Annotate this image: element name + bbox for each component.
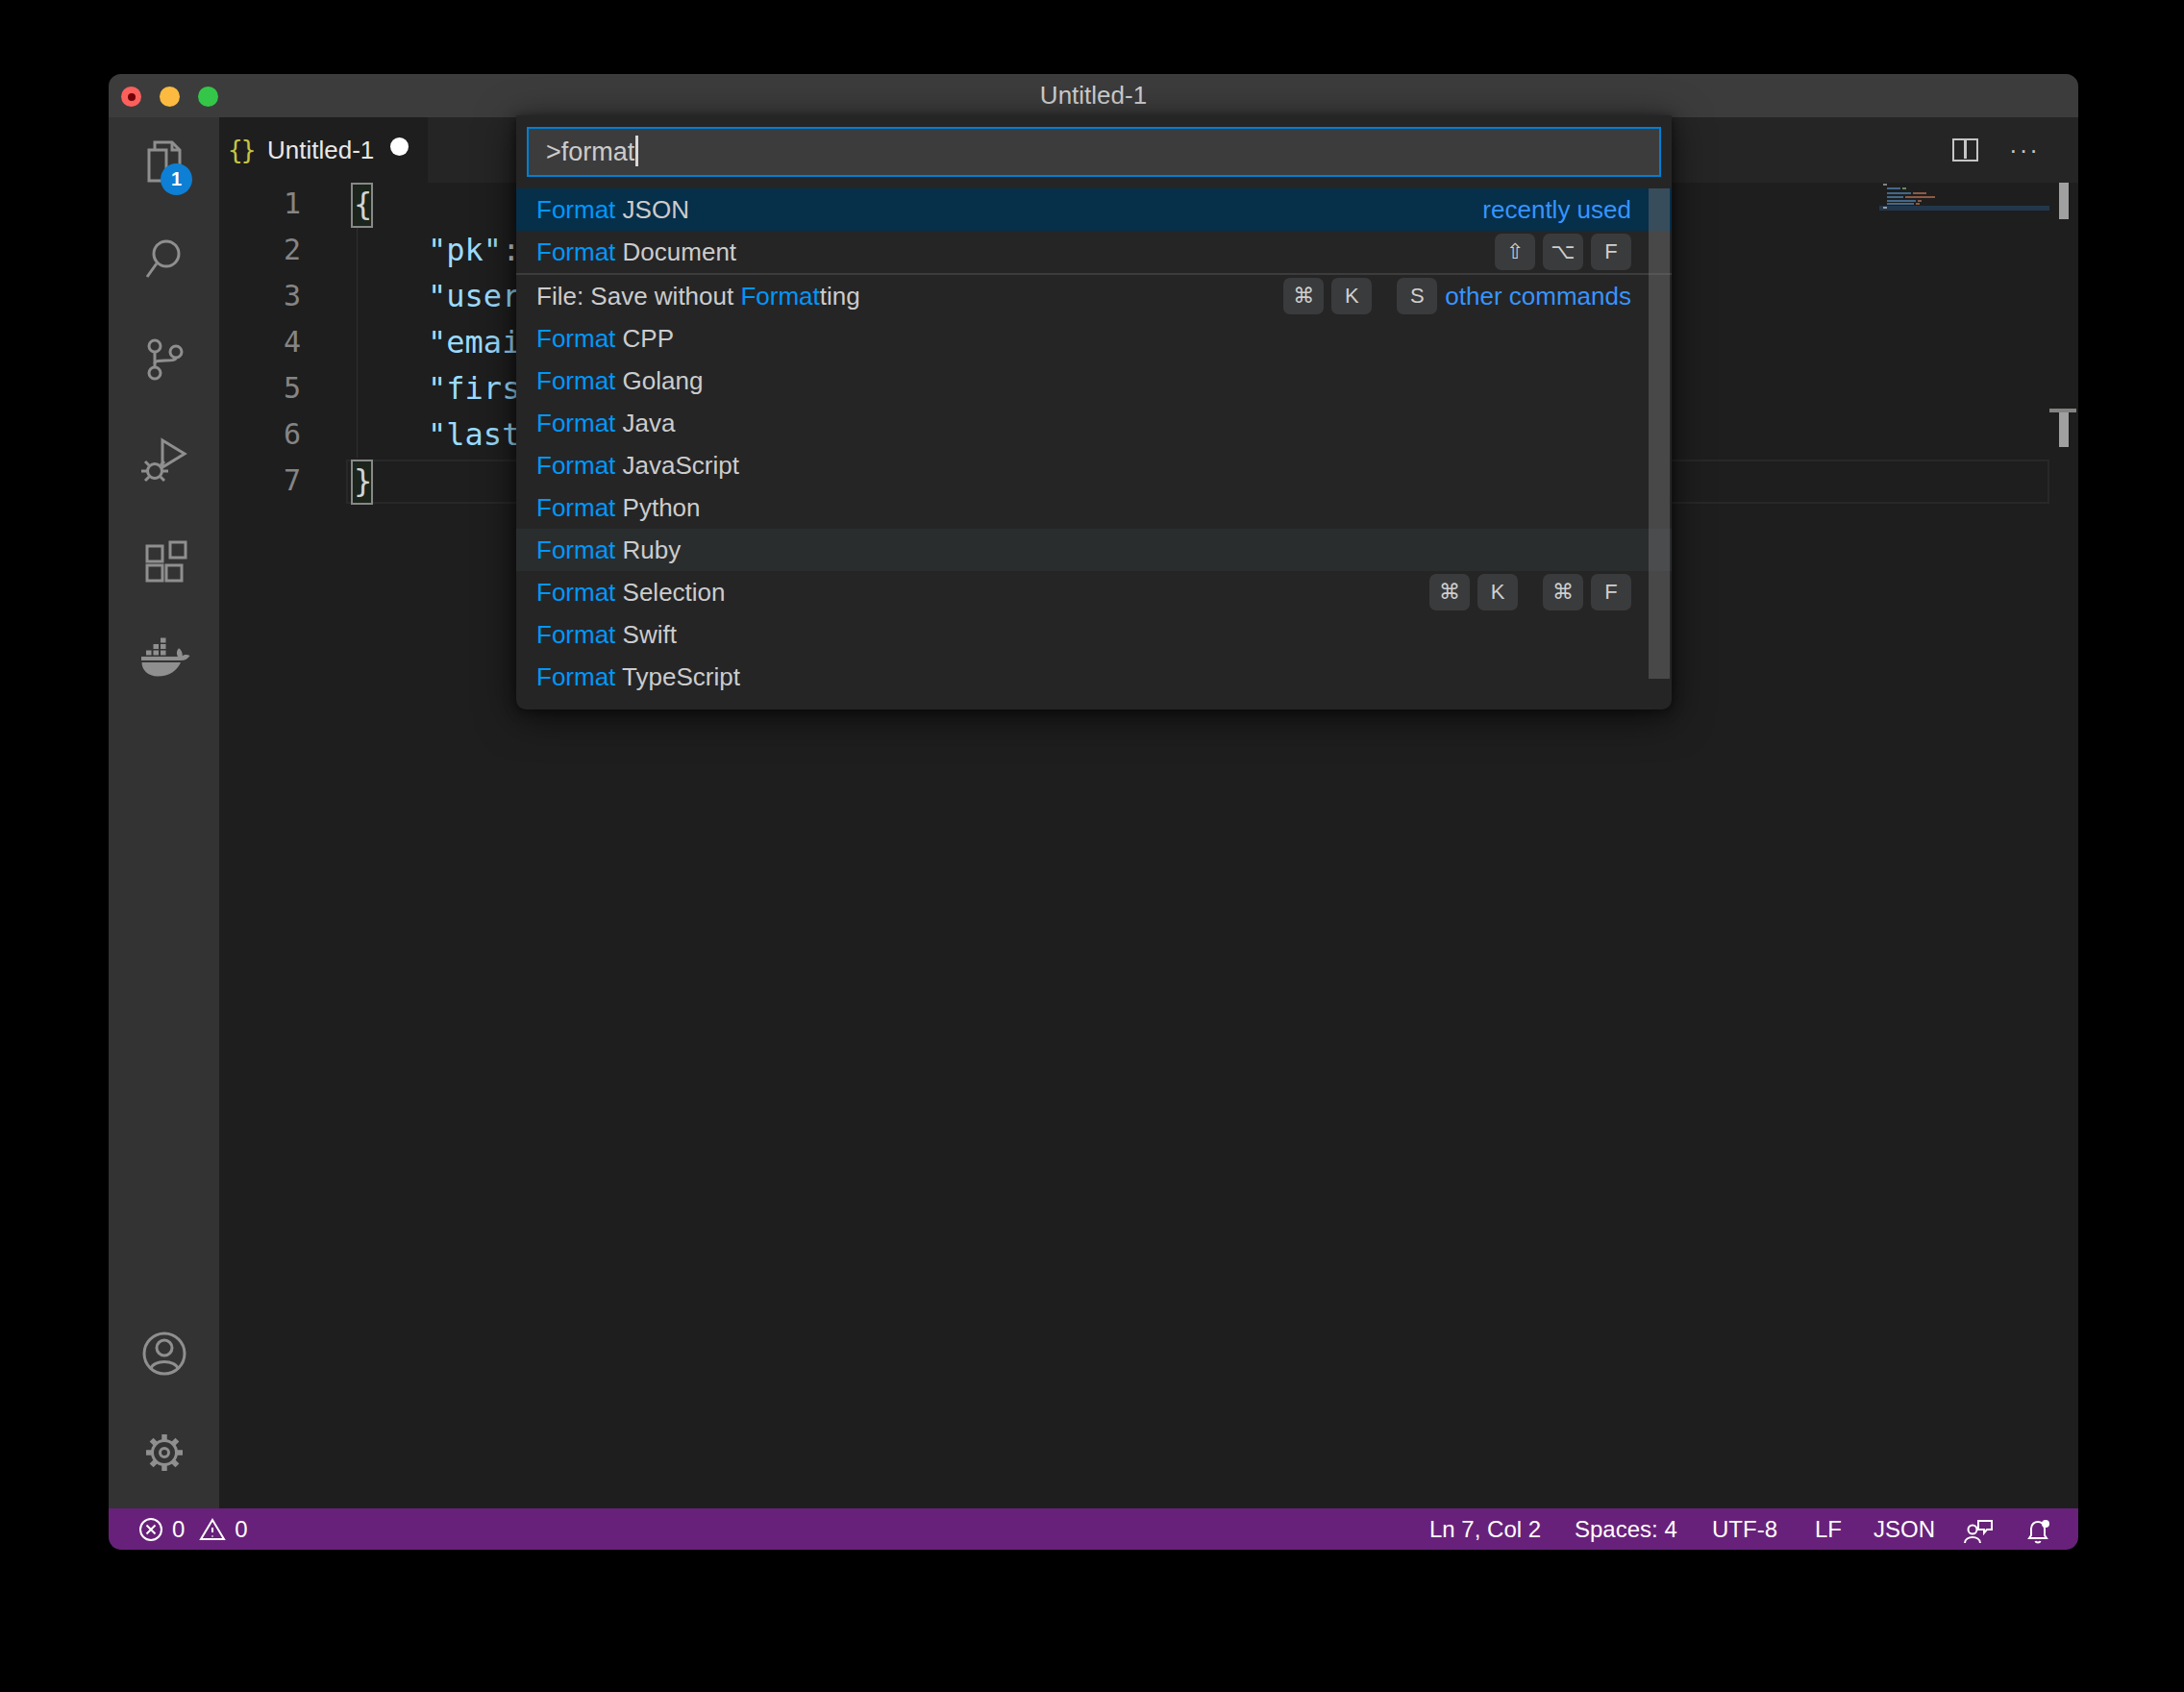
indentation[interactable]: Spaces: 4 bbox=[1575, 1508, 1677, 1550]
line-number: 6 bbox=[219, 411, 301, 458]
account-icon[interactable] bbox=[109, 1307, 219, 1400]
scrollbar-thumb[interactable] bbox=[2059, 183, 2069, 219]
warnings-icon[interactable] bbox=[198, 1516, 227, 1543]
line-number: 3 bbox=[219, 273, 301, 319]
overview-ruler-cursor-stem bbox=[2059, 412, 2069, 447]
key-option: ⌥ bbox=[1543, 234, 1583, 270]
vscode-window: Untitled-1 1 bbox=[109, 74, 2078, 1550]
notifications-bell-icon[interactable] bbox=[2023, 1516, 2052, 1550]
feedback-icon[interactable] bbox=[1963, 1516, 1994, 1550]
command-item-format-cpp[interactable]: Format CPP bbox=[516, 317, 1672, 360]
explorer-badge: 1 bbox=[161, 163, 192, 195]
status-bar: 0 0 Ln 7, Col 2 Spaces: 4 UTF-8 LF JSON bbox=[109, 1508, 2078, 1550]
docker-icon[interactable] bbox=[109, 615, 219, 708]
settings-gear-icon[interactable] bbox=[109, 1406, 219, 1499]
command-item-format-swift[interactable]: Format Swift bbox=[516, 613, 1672, 656]
source-control-icon[interactable] bbox=[109, 313, 219, 406]
line-number: 5 bbox=[219, 365, 301, 411]
more-actions-icon[interactable]: ··· bbox=[2009, 138, 2038, 162]
key-k: K bbox=[1331, 278, 1372, 314]
key-s: S bbox=[1397, 278, 1437, 314]
json-file-icon: {} bbox=[228, 117, 254, 183]
key-f: F bbox=[1591, 234, 1631, 270]
code-line-1: { bbox=[354, 181, 372, 227]
split-editor-icon[interactable] bbox=[1952, 138, 1978, 162]
key-cmd: ⌘ bbox=[1543, 574, 1583, 610]
minimap[interactable] bbox=[1879, 183, 2049, 221]
line-number: 7 bbox=[219, 458, 301, 504]
recently-used-link[interactable]: recently used bbox=[1482, 195, 1631, 225]
eol-sequence[interactable]: LF bbox=[1815, 1508, 1842, 1550]
explorer-icon[interactable]: 1 bbox=[109, 115, 219, 208]
command-item-format-typescript[interactable]: Format TypeScript bbox=[516, 656, 1672, 698]
code-line-7: } bbox=[354, 458, 372, 504]
tab-untitled-1[interactable]: {} Untitled-1 bbox=[219, 117, 428, 183]
minimap-current-line bbox=[1879, 206, 2049, 211]
command-item-format-golang[interactable]: Format Golang bbox=[516, 360, 1672, 402]
window-title: Untitled-1 bbox=[109, 74, 2078, 117]
errors-count[interactable]: 0 bbox=[172, 1516, 185, 1543]
desktop-background: Untitled-1 1 bbox=[0, 0, 2184, 1692]
key-f: F bbox=[1591, 574, 1631, 610]
line-number: 2 bbox=[219, 227, 301, 273]
extensions-icon[interactable] bbox=[109, 515, 219, 608]
encoding[interactable]: UTF-8 bbox=[1712, 1508, 1777, 1550]
key-cmd: ⌘ bbox=[1429, 574, 1470, 610]
command-item-format-java[interactable]: Format Java bbox=[516, 402, 1672, 444]
command-input[interactable]: >format bbox=[527, 127, 1661, 177]
command-item-format-selection[interactable]: Format Selection ⌘ K ⌘ F bbox=[516, 571, 1672, 613]
close-button[interactable] bbox=[121, 87, 141, 107]
text-cursor bbox=[635, 136, 638, 166]
command-list: Format JSON recently used Format Documen… bbox=[516, 188, 1672, 698]
key-shift: ⇧ bbox=[1495, 234, 1535, 270]
key-cmd: ⌘ bbox=[1283, 278, 1324, 314]
line-number: 4 bbox=[219, 319, 301, 365]
warnings-count[interactable]: 0 bbox=[235, 1516, 247, 1543]
palette-scrollbar-thumb[interactable] bbox=[1649, 188, 1670, 679]
command-item-format-json[interactable]: Format JSON recently used bbox=[516, 188, 1672, 231]
command-item-format-ruby[interactable]: Format Ruby bbox=[516, 529, 1672, 571]
command-item-save-without-formatting[interactable]: File: Save without Formatting ⌘ K S othe… bbox=[516, 275, 1672, 317]
cursor-position[interactable]: Ln 7, Col 2 bbox=[1429, 1508, 1541, 1550]
command-item-format-javascript[interactable]: Format JavaScript bbox=[516, 444, 1672, 486]
run-debug-icon[interactable] bbox=[109, 413, 219, 506]
search-icon[interactable] bbox=[109, 213, 219, 306]
command-palette: >format Format JSON recently used Format… bbox=[516, 115, 1672, 709]
tab-modified-dot bbox=[390, 137, 409, 156]
zoom-button[interactable] bbox=[198, 87, 218, 107]
activity-bar: 1 bbox=[109, 117, 219, 1508]
errors-icon[interactable] bbox=[137, 1516, 164, 1543]
key-k: K bbox=[1477, 574, 1518, 610]
minimize-button[interactable] bbox=[160, 87, 180, 107]
titlebar[interactable]: Untitled-1 bbox=[109, 74, 2078, 117]
command-item-format-document[interactable]: Format Document ⇧ ⌥ F bbox=[516, 231, 1672, 273]
command-query: >format bbox=[546, 129, 638, 175]
command-item-format-python[interactable]: Format Python bbox=[516, 486, 1672, 529]
other-commands-link[interactable]: other commands bbox=[1445, 282, 1631, 311]
language-mode[interactable]: JSON bbox=[1874, 1508, 1935, 1550]
line-number: 1 bbox=[219, 181, 301, 227]
tab-label: Untitled-1 bbox=[267, 117, 374, 183]
